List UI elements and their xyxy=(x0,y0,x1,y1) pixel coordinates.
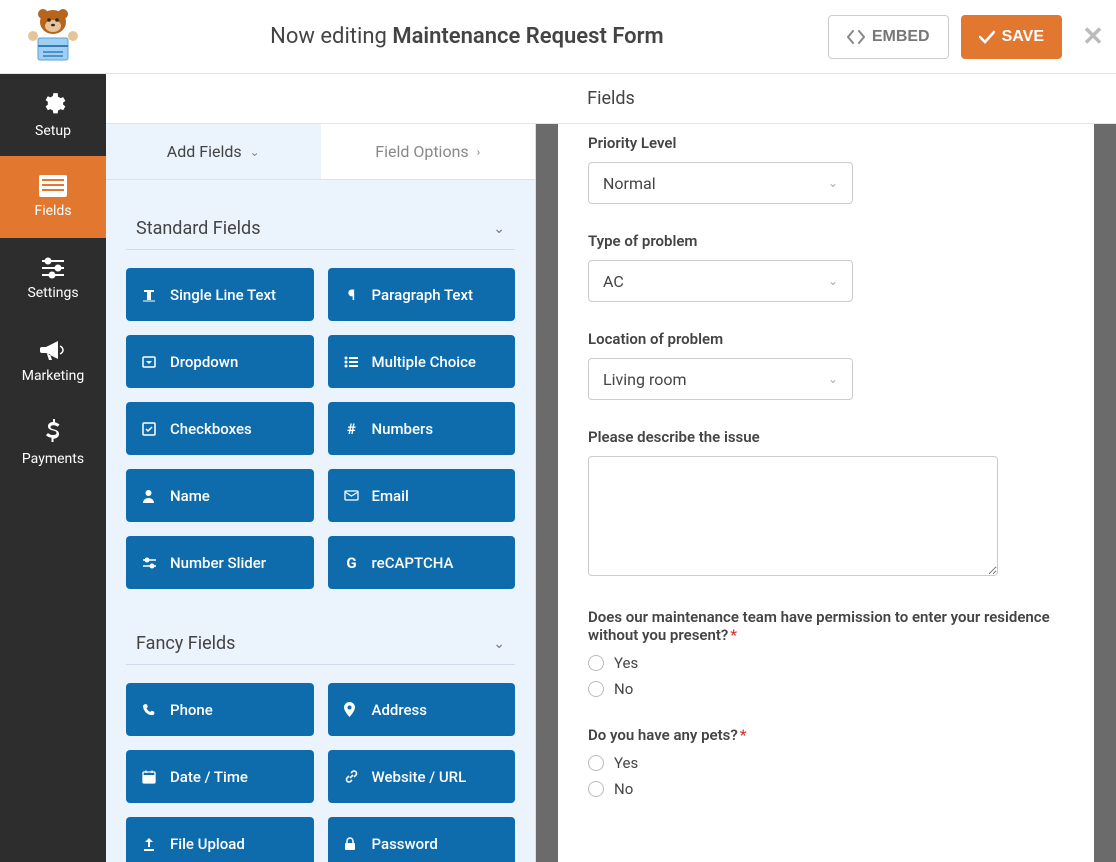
chevron-down-icon: ⌄ xyxy=(250,145,260,159)
tab-field-options[interactable]: Field Options › xyxy=(321,124,536,179)
list-icon xyxy=(344,356,360,368)
radio-icon xyxy=(588,781,604,797)
check-icon xyxy=(979,30,995,44)
nav-settings[interactable]: Settings xyxy=(0,238,106,320)
field-password[interactable]: Password xyxy=(328,817,516,862)
field-numbers[interactable]: #Numbers xyxy=(328,402,516,455)
field-date-time[interactable]: Date / Time xyxy=(126,750,314,803)
label-pets: Do you have any pets?* xyxy=(588,726,1064,744)
pin-icon xyxy=(344,702,360,717)
radio-icon xyxy=(588,681,604,697)
field-paragraph-text[interactable]: ¶Paragraph Text xyxy=(328,268,516,321)
field-checkboxes[interactable]: Checkboxes xyxy=(126,402,314,455)
close-icon[interactable]: ✕ xyxy=(1082,22,1104,52)
field-single-line-text[interactable]: Single Line Text xyxy=(126,268,314,321)
nav-marketing[interactable]: Marketing xyxy=(0,320,106,402)
field-multiple-choice[interactable]: Multiple Choice xyxy=(328,335,516,388)
radio-permission-yes[interactable]: Yes xyxy=(588,654,1064,672)
chevron-right-icon: › xyxy=(477,145,481,159)
tab-add-fields[interactable]: Add Fields ⌄ xyxy=(106,124,321,179)
nav-label: Setup xyxy=(35,123,71,139)
chevron-down-icon: ⌄ xyxy=(828,372,838,386)
nav-label: Fields xyxy=(34,203,71,219)
sliders-icon xyxy=(142,557,158,569)
gear-icon xyxy=(40,91,66,117)
code-icon xyxy=(847,30,865,44)
nav-payments[interactable]: Payments xyxy=(0,402,106,484)
radio-icon xyxy=(588,755,604,771)
hash-icon: # xyxy=(344,420,360,438)
field-website[interactable]: Website / URL xyxy=(328,750,516,803)
nav-label: Payments xyxy=(22,451,84,467)
calendar-icon xyxy=(142,770,158,784)
field-recaptcha[interactable]: GreCAPTCHA xyxy=(328,536,516,589)
label-describe: Please describe the issue xyxy=(588,428,1064,446)
nav-label: Settings xyxy=(27,285,78,301)
link-icon xyxy=(344,769,360,784)
app-logo xyxy=(23,8,83,66)
left-nav: Setup Fields Settings Marketing xyxy=(0,74,106,862)
upload-icon xyxy=(142,837,158,851)
section-fancy-fields[interactable]: Fancy Fields ⌄ xyxy=(126,615,515,665)
user-icon xyxy=(142,489,158,503)
radio-pets-no[interactable]: No xyxy=(588,780,1064,798)
dollar-icon xyxy=(45,419,61,445)
page-title: Now editing Maintenance Request Form xyxy=(106,24,828,49)
label-priority: Priority Level xyxy=(588,134,1064,152)
phone-icon xyxy=(142,703,158,717)
save-button[interactable]: SAVE xyxy=(961,15,1062,59)
select-priority[interactable]: Normal ⌄ xyxy=(588,162,853,204)
lock-icon xyxy=(344,837,360,851)
field-file-upload[interactable]: File Upload xyxy=(126,817,314,862)
chevron-down-icon: ⌄ xyxy=(828,176,838,190)
field-phone[interactable]: Phone xyxy=(126,683,314,736)
embed-button[interactable]: EMBED xyxy=(828,15,949,59)
select-location[interactable]: Living room ⌄ xyxy=(588,358,853,400)
sliders-icon xyxy=(40,257,66,279)
radio-icon xyxy=(588,655,604,671)
nav-fields[interactable]: Fields xyxy=(0,156,106,238)
section-standard-fields[interactable]: Standard Fields ⌄ xyxy=(126,200,515,250)
nav-setup[interactable]: Setup xyxy=(0,74,106,156)
form-icon xyxy=(39,175,67,197)
nav-label: Marketing xyxy=(22,368,85,384)
radio-permission-no[interactable]: No xyxy=(588,680,1064,698)
text-icon xyxy=(142,288,158,302)
field-number-slider[interactable]: Number Slider xyxy=(126,536,314,589)
label-permission: Does our maintenance team have permissio… xyxy=(588,608,1064,644)
center-header: Fields xyxy=(106,74,1116,124)
chevron-down-icon: ⌄ xyxy=(828,274,838,288)
paragraph-icon: ¶ xyxy=(344,286,360,304)
textarea-describe[interactable] xyxy=(588,456,998,576)
label-location: Location of problem xyxy=(588,330,1064,348)
field-address[interactable]: Address xyxy=(328,683,516,736)
recaptcha-icon: G xyxy=(344,554,360,572)
label-problem-type: Type of problem xyxy=(588,232,1064,250)
form-preview: Priority Level Normal ⌄ Type of problem … xyxy=(558,124,1094,862)
chevron-down-icon: ⌄ xyxy=(493,221,505,237)
radio-pets-yes[interactable]: Yes xyxy=(588,754,1064,772)
field-dropdown[interactable]: Dropdown xyxy=(126,335,314,388)
field-name[interactable]: Name xyxy=(126,469,314,522)
chevron-down-icon: ⌄ xyxy=(493,636,505,652)
dropdown-icon xyxy=(142,355,158,369)
envelope-icon xyxy=(344,490,360,501)
field-email[interactable]: Email xyxy=(328,469,516,522)
bullhorn-icon xyxy=(39,338,67,362)
checkbox-icon xyxy=(142,422,158,436)
select-problem-type[interactable]: AC ⌄ xyxy=(588,260,853,302)
